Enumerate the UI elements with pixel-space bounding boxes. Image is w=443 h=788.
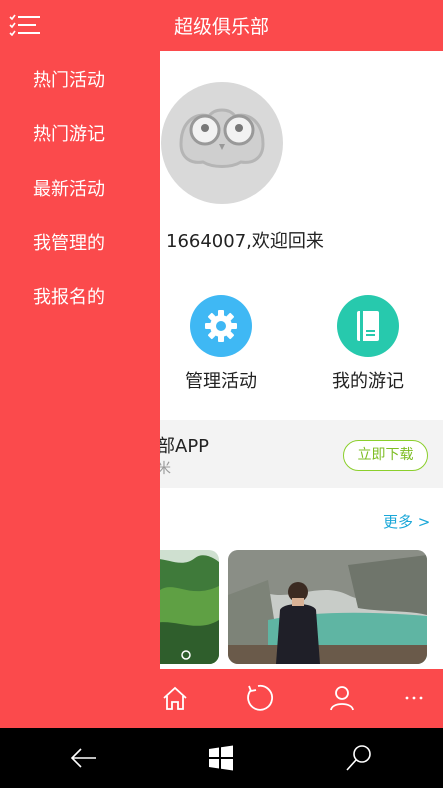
- manage-activities-label: 管理活动: [185, 371, 257, 392]
- travel-photo-1[interactable]: [150, 550, 219, 664]
- more-icon[interactable]: [400, 682, 430, 714]
- banner-title: 部APP: [157, 436, 210, 457]
- drawer-item-latest-activities[interactable]: 最新活动: [33, 175, 105, 201]
- welcome-text: 1664007,欢迎回来: [166, 231, 324, 252]
- page-title: 超级俱乐部: [173, 16, 269, 38]
- travel-photo-2[interactable]: [228, 550, 427, 664]
- user-icon[interactable]: [327, 682, 357, 714]
- avatar[interactable]: [161, 82, 283, 204]
- owl-avatar-icon: [179, 108, 265, 168]
- download-button[interactable]: 立即下载: [343, 440, 428, 471]
- drawer-item-hot-travelogues[interactable]: 热门游记: [33, 120, 105, 146]
- drawer-item-registered[interactable]: 我报名的: [33, 283, 105, 309]
- manage-activities-button[interactable]: 管理活动: [161, 295, 281, 393]
- more-link[interactable]: 更多 >: [383, 511, 430, 532]
- my-travelogues-label: 我的游记: [332, 371, 404, 392]
- notebook-icon: [337, 295, 399, 357]
- windows-start-icon[interactable]: [205, 742, 237, 774]
- refresh-icon[interactable]: [243, 682, 273, 714]
- app-header: 超级俱乐部: [0, 0, 443, 51]
- system-nav-bar: [0, 728, 443, 788]
- drawer-item-managed[interactable]: 我管理的: [33, 229, 105, 255]
- drawer-item-hot-activities[interactable]: 热门活动: [33, 66, 105, 92]
- home-icon[interactable]: [160, 682, 190, 714]
- gear-icon: [190, 295, 252, 357]
- side-drawer: 热门活动 热门游记 最新活动 我管理的 我报名的: [0, 51, 160, 669]
- my-travelogues-button[interactable]: 我的游记: [308, 295, 428, 393]
- bottom-tab-bar: [0, 669, 443, 728]
- search-icon[interactable]: [343, 742, 375, 774]
- back-arrow-icon[interactable]: [68, 742, 100, 774]
